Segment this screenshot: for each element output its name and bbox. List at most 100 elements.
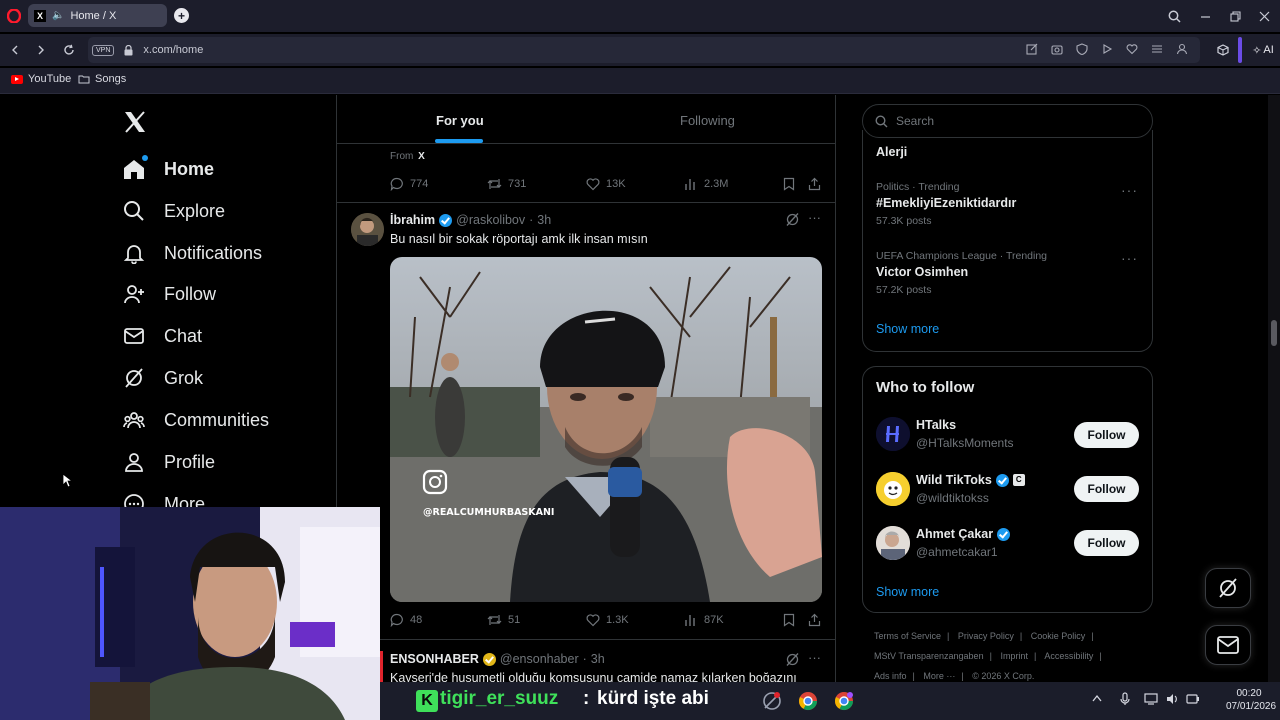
taskbar-app-icon[interactable] xyxy=(762,691,782,711)
play-icon[interactable] xyxy=(1101,43,1113,55)
suggestion-name[interactable]: Ahmet Çakar xyxy=(916,527,993,541)
close-window-icon[interactable] xyxy=(1256,8,1272,24)
footer-link[interactable]: MStV Transparenzangaben xyxy=(874,651,984,661)
avatar[interactable] xyxy=(876,417,910,451)
reply-button[interactable]: 48 xyxy=(390,613,422,627)
sidebar-item-profile[interactable]: Profile xyxy=(122,442,215,482)
footer-link[interactable]: Accessibility xyxy=(1044,651,1093,661)
trend-item[interactable]: Politics · Trending #EmekliyiEzeniktidar… xyxy=(876,181,1016,227)
more-options-icon[interactable]: ··· xyxy=(808,650,821,665)
trend-more-icon[interactable]: ··· xyxy=(1121,250,1138,266)
suggestion-name[interactable]: HTalks xyxy=(916,418,956,432)
microphone-icon[interactable] xyxy=(1120,692,1130,706)
taskbar-clock[interactable]: 00:20 07/01/2026 xyxy=(1226,688,1276,712)
bookmark-icon[interactable] xyxy=(783,613,795,627)
views-button[interactable]: 87K xyxy=(684,613,724,627)
suggestion-handle[interactable]: @wildtiktokss xyxy=(916,491,989,505)
source-name[interactable]: X xyxy=(418,151,425,162)
trend-item[interactable]: Alerji xyxy=(876,145,907,159)
suggestion-name[interactable]: Wild TikToks xyxy=(916,473,992,487)
url-field[interactable]: VPN x.com/home xyxy=(88,37,1200,63)
menu-lines-icon[interactable] xyxy=(1151,43,1163,55)
footer-link[interactable]: Cookie Policy xyxy=(1031,631,1086,641)
verified-badge-icon[interactable] xyxy=(995,473,1009,487)
volume-icon[interactable] xyxy=(1166,693,1180,705)
chevron-up-icon[interactable] xyxy=(1092,694,1102,702)
suggestion-handle[interactable]: @HTalksMoments xyxy=(916,436,1014,450)
sidebar-item-follow[interactable]: Follow xyxy=(122,274,216,314)
repost-button[interactable]: 731 xyxy=(487,177,526,191)
grok-explain-icon[interactable] xyxy=(785,652,800,667)
avatar[interactable] xyxy=(351,213,384,246)
footer-link[interactable]: Terms of Service xyxy=(874,631,941,641)
tab-for-you[interactable]: For you xyxy=(436,113,484,128)
messages-fab-button[interactable] xyxy=(1205,625,1251,665)
bookmark-icon[interactable] xyxy=(783,177,795,191)
camera-icon[interactable] xyxy=(1051,43,1063,55)
chrome-icon[interactable] xyxy=(798,691,818,711)
forward-icon[interactable] xyxy=(33,42,49,58)
author-handle[interactable]: @raskolibov xyxy=(456,213,525,227)
sidebar-item-explore[interactable]: Explore xyxy=(122,191,225,231)
extensions-cube-icon[interactable] xyxy=(1213,39,1233,61)
author-name[interactable]: İbrahim xyxy=(390,213,435,227)
restore-icon[interactable] xyxy=(1227,8,1243,24)
views-button[interactable]: 2.3M xyxy=(684,177,728,191)
bookmark-youtube[interactable]: YouTube xyxy=(11,73,71,85)
post-video[interactable]: @REALCUMHURBASKANI xyxy=(390,257,822,602)
trend-more-icon[interactable]: ··· xyxy=(1121,182,1138,198)
display-icon[interactable] xyxy=(1144,693,1158,705)
heart-icon[interactable] xyxy=(1126,43,1138,55)
avatar[interactable] xyxy=(876,526,910,560)
follow-button[interactable]: Follow xyxy=(1074,530,1139,556)
grok-explain-icon[interactable] xyxy=(785,212,800,227)
verified-badge-icon[interactable] xyxy=(482,652,496,666)
search-tabs-icon[interactable] xyxy=(1166,8,1182,24)
trend-item[interactable]: UEFA Champions League · Trending Victor … xyxy=(876,250,1047,296)
bookmark-songs[interactable]: Songs xyxy=(78,73,126,85)
footer-link[interactable]: Ads info xyxy=(874,671,907,681)
sidebar-item-notifications[interactable]: Notifications xyxy=(122,233,262,273)
shield-icon[interactable] xyxy=(1076,43,1088,55)
follow-button[interactable]: Follow xyxy=(1074,476,1139,502)
repost-button[interactable]: 51 xyxy=(487,613,520,627)
like-button[interactable]: 1.3K xyxy=(586,613,629,627)
lock-icon[interactable] xyxy=(124,44,133,56)
follow-show-more-link[interactable]: Show more xyxy=(876,585,939,599)
account-icon[interactable] xyxy=(1176,43,1188,55)
post-time[interactable]: 3h xyxy=(591,652,605,666)
grok-fab-button[interactable] xyxy=(1205,568,1251,608)
footer-link[interactable]: More ··· xyxy=(923,671,955,681)
sidebar-item-home[interactable]: Home xyxy=(122,149,214,189)
footer-link[interactable]: Imprint xyxy=(1000,651,1028,661)
browser-tab[interactable]: X 🔈 Home / X xyxy=(28,4,167,27)
share-icon[interactable] xyxy=(808,613,821,627)
suggestion-handle[interactable]: @ahmetcakar1 xyxy=(916,545,998,559)
speaker-icon[interactable]: 🔈 xyxy=(52,10,64,21)
footer-link[interactable]: Privacy Policy xyxy=(958,631,1014,641)
reply-button[interactable]: 774 xyxy=(390,177,428,191)
like-button[interactable]: 13K xyxy=(586,177,626,191)
new-tab-icon[interactable]: + xyxy=(174,8,189,23)
post-time[interactable]: 3h xyxy=(537,213,551,227)
more-options-icon[interactable]: ··· xyxy=(808,210,821,225)
scrollbar-thumb[interactable] xyxy=(1271,320,1277,346)
minimize-icon[interactable] xyxy=(1197,8,1213,24)
tab-following[interactable]: Following xyxy=(680,113,735,128)
share-icon[interactable] xyxy=(808,177,821,191)
opera-logo-icon[interactable] xyxy=(6,8,22,24)
edit-icon[interactable] xyxy=(1026,43,1038,55)
page-scrollbar[interactable] xyxy=(1268,95,1280,720)
ai-button[interactable]: ✧ AI xyxy=(1249,39,1277,61)
x-logo-icon[interactable] xyxy=(124,111,146,133)
author-name[interactable]: ENSONHABER xyxy=(390,652,479,666)
trends-show-more-link[interactable]: Show more xyxy=(876,322,939,336)
back-icon[interactable] xyxy=(7,42,23,58)
chrome-profile-icon[interactable] xyxy=(834,691,854,711)
battery-icon[interactable] xyxy=(1186,693,1200,705)
sidebar-item-chat[interactable]: Chat xyxy=(122,316,202,356)
vpn-badge[interactable]: VPN xyxy=(92,44,115,56)
follow-button[interactable]: Follow xyxy=(1074,422,1139,448)
verified-badge-icon[interactable] xyxy=(439,213,453,227)
verified-badge-icon[interactable] xyxy=(997,527,1011,541)
